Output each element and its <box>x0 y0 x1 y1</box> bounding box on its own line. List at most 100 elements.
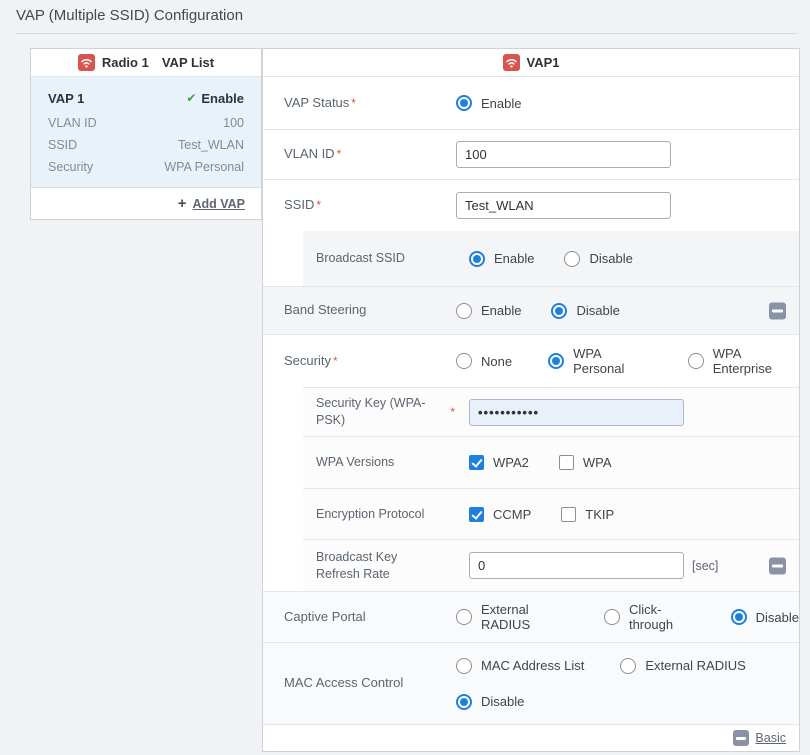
indent-strip <box>263 488 303 539</box>
wifi-icon <box>503 54 520 71</box>
mac-access-control-label: MAC Access Control <box>263 675 456 692</box>
vap-card-ssid-value: Test_WLAN <box>178 134 244 156</box>
indent-strip <box>263 539 303 591</box>
add-vap-button[interactable]: Add VAP <box>192 197 245 211</box>
band-steering-label: Band Steering <box>263 302 456 319</box>
ccmp-checkbox-option[interactable]: CCMP <box>469 507 531 522</box>
option-label: Disable <box>589 251 632 266</box>
option-label: None <box>481 354 512 369</box>
row-vap-status: VAP Status* Enable <box>263 77 799 129</box>
check-icon: ✔ <box>186 91 196 105</box>
row-broadcast-key-refresh: Broadcast Key Refresh Rate [sec] <box>263 539 799 591</box>
security-wpa-enterprise-option[interactable]: WPA Enterprise <box>688 346 799 376</box>
security-wpa-personal-option[interactable]: WPA Personal <box>548 346 652 376</box>
captive-portal-external-radius-option[interactable]: External RADIUS <box>456 602 568 632</box>
radio-unselected-icon[interactable] <box>456 303 472 319</box>
vap-card-security-label: Security <box>48 156 93 178</box>
option-label: Disable <box>576 303 619 318</box>
vap-config-panel: VAP1 VAP Status* Enable VLAN ID* SSID* B… <box>262 48 800 752</box>
wpa2-checkbox-option[interactable]: WPA2 <box>469 455 529 470</box>
security-key-label: Security Key (WPA-PSK) <box>316 395 444 429</box>
vap-card-security-value: WPA Personal <box>164 156 244 178</box>
vap-card-vlan-value: 100 <box>223 112 244 134</box>
checkbox-checked-icon[interactable] <box>469 507 484 522</box>
option-label: WPA <box>583 455 612 470</box>
radio-unselected-icon[interactable] <box>456 609 472 625</box>
broadcast-ssid-enable-option[interactable]: Enable <box>469 251 534 267</box>
mac-external-radius-option[interactable]: External RADIUS <box>620 658 745 674</box>
radio-unselected-icon[interactable] <box>456 353 472 369</box>
vap-status-label: VAP Status* <box>263 95 456 112</box>
row-captive-portal: Captive Portal External RADIUS Click-thr… <box>263 591 799 642</box>
broadcast-key-refresh-input[interactable] <box>469 552 684 579</box>
broadcast-ssid-disable-option[interactable]: Disable <box>564 251 632 267</box>
indent-strip <box>263 436 303 488</box>
collapse-band-steering-button[interactable] <box>769 302 786 319</box>
option-label: MAC Address List <box>481 658 584 673</box>
captive-portal-click-through-option[interactable]: Click-through <box>604 602 695 632</box>
basic-link[interactable]: Basic <box>755 731 786 745</box>
vap-card-status: ✔ Enable <box>186 91 244 106</box>
wpa-checkbox-option[interactable]: WPA <box>559 455 612 470</box>
checkbox-unchecked-icon[interactable] <box>559 455 574 470</box>
ssid-input[interactable] <box>456 192 671 219</box>
add-vap-bar: + Add VAP <box>31 187 261 219</box>
option-label: External RADIUS <box>481 602 568 632</box>
vap-config-title: VAP1 <box>527 55 560 70</box>
required-asterisk: * <box>450 405 455 419</box>
broadcast-key-refresh-label: Broadcast Key Refresh Rate <box>316 549 444 583</box>
option-label: Enable <box>494 251 534 266</box>
vlan-id-input[interactable] <box>456 141 671 168</box>
vap-card-row-security: Security WPA Personal <box>48 156 244 178</box>
security-none-option[interactable]: None <box>456 353 512 369</box>
mac-disable-option[interactable]: Disable <box>456 694 524 710</box>
checkbox-checked-icon[interactable] <box>469 455 484 470</box>
title-divider <box>16 33 797 34</box>
band-steering-disable-option[interactable]: Disable <box>551 303 619 319</box>
captive-portal-disable-option[interactable]: Disable <box>731 609 799 625</box>
radio-unselected-icon[interactable] <box>620 658 636 674</box>
option-label: WPA Enterprise <box>713 346 799 376</box>
row-mac-access-control: MAC Access Control MAC Address List Exte… <box>263 642 799 724</box>
radio-unselected-icon[interactable] <box>604 609 620 625</box>
radio-selected-icon[interactable] <box>551 303 567 319</box>
radio-selected-icon[interactable] <box>548 353 564 369</box>
row-encryption-protocol: Encryption Protocol CCMP TKIP <box>263 488 799 539</box>
radio-unselected-icon[interactable] <box>564 251 580 267</box>
radio-selected-icon[interactable] <box>456 95 472 111</box>
required-asterisk: * <box>333 354 338 368</box>
radio-unselected-icon[interactable] <box>456 658 472 674</box>
required-asterisk: * <box>337 147 342 161</box>
wpa-versions-label: WPA Versions <box>316 454 444 471</box>
security-key-input[interactable] <box>469 399 684 426</box>
option-label: CCMP <box>493 507 531 522</box>
band-steering-enable-option[interactable]: Enable <box>456 303 521 319</box>
vlan-id-label: VLAN ID* <box>263 146 456 163</box>
row-band-steering: Band Steering Enable Disable <box>263 286 799 334</box>
radio-selected-icon[interactable] <box>731 609 747 625</box>
collapse-broadcast-key-button[interactable] <box>769 557 786 574</box>
vap-status-enable-option[interactable]: Enable <box>456 95 521 111</box>
option-label: Enable <box>481 96 521 111</box>
radio-unselected-icon[interactable] <box>688 353 704 369</box>
indent-strip <box>263 231 303 286</box>
vap-list-title: VAP List <box>162 55 214 70</box>
radio-selected-icon[interactable] <box>469 251 485 267</box>
option-label: WPA2 <box>493 455 529 470</box>
vap-card[interactable]: VAP 1 ✔ Enable VLAN ID 100 SSID Test_WLA… <box>31 77 261 187</box>
row-security: Security* None WPA Personal WPA Enterpri… <box>263 334 799 387</box>
security-label: Security* <box>263 353 456 370</box>
radio-label: Radio 1 <box>102 55 149 70</box>
tkip-checkbox-option[interactable]: TKIP <box>561 507 614 522</box>
option-label: Disable <box>481 694 524 709</box>
plus-icon: + <box>178 196 187 211</box>
radio-selected-icon[interactable] <box>456 694 472 710</box>
vap-card-status-label: Enable <box>201 91 244 106</box>
required-asterisk: * <box>316 198 321 212</box>
checkbox-unchecked-icon[interactable] <box>561 507 576 522</box>
vap-list-panel: Radio 1 VAP List VAP 1 ✔ Enable VLAN ID … <box>30 48 262 220</box>
vap-card-ssid-label: SSID <box>48 134 77 156</box>
broadcast-ssid-label: Broadcast SSID <box>316 250 444 267</box>
mac-address-list-option[interactable]: MAC Address List <box>456 658 584 674</box>
collapse-basic-icon[interactable] <box>733 730 749 746</box>
